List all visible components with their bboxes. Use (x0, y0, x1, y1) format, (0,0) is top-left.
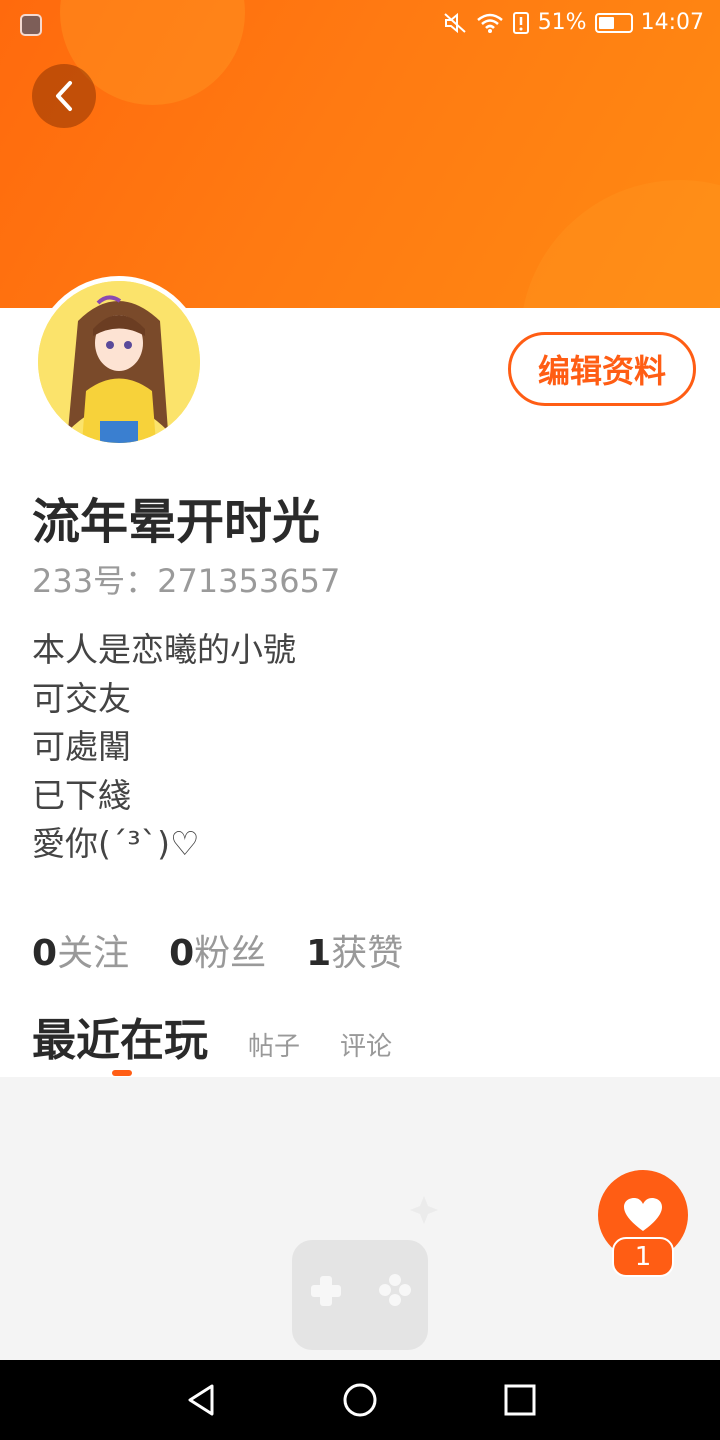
tab-recently-played-label: 最近在玩 (32, 1015, 208, 1066)
heart-icon (624, 1198, 662, 1231)
following-count: 0 (32, 933, 58, 974)
fans-stat[interactable]: 0粉丝 (169, 924, 266, 976)
home-circle-icon[interactable] (340, 1380, 380, 1424)
chevron-left-icon (56, 81, 72, 111)
profile-tabs: 最近在玩 帖子 评论 (32, 1004, 392, 1076)
header-decoration (520, 180, 720, 308)
like-count-badge: 1 (612, 1237, 674, 1277)
bio-line: 本人是恋曦的小號 (32, 630, 296, 669)
fans-count: 0 (169, 933, 195, 974)
active-tab-indicator (112, 1070, 132, 1076)
bio-line: 可交友 (32, 678, 131, 718)
battery-icon (594, 12, 633, 33)
likes-count: 1 (306, 933, 332, 974)
bio: 本人是恋曦的小號 可交友 可處闈 已下綫 愛你(ˊ³ˋ)♡ (32, 626, 296, 869)
edit-profile-button[interactable]: 编辑资料 (508, 332, 696, 406)
tab-recently-played[interactable]: 最近在玩 (32, 1004, 208, 1076)
app-shield-icon (20, 14, 42, 36)
recents-square-icon[interactable] (500, 1380, 540, 1424)
bio-line: 愛你(ˊ³ˋ)♡ (32, 824, 200, 863)
gamepad-icon (258, 1190, 458, 1364)
edit-profile-label: 编辑资料 (537, 352, 666, 390)
following-label: 关注 (57, 933, 130, 974)
back-triangle-icon[interactable] (182, 1380, 222, 1424)
battery-percent: 51% (537, 10, 587, 35)
following-stat[interactable]: 0关注 (32, 924, 129, 976)
battery-fill (598, 16, 614, 29)
tab-comments[interactable]: 评论 (340, 1026, 392, 1063)
back-button[interactable] (32, 64, 96, 128)
avatar[interactable] (33, 276, 205, 448)
clock: 14:07 (640, 10, 704, 35)
avatar-illustration (38, 281, 200, 443)
tab-posts[interactable]: 帖子 (248, 1026, 300, 1063)
mute-icon (442, 11, 468, 35)
username: 流年晕开时光 (32, 494, 321, 550)
likes-label: 获赞 (331, 933, 404, 974)
wifi-icon (476, 12, 504, 34)
user-id: 233号：271353657 (32, 562, 341, 600)
bio-line: 可處闈 (32, 727, 131, 766)
fans-label: 粉丝 (194, 933, 267, 974)
stats-row: 0关注 0粉丝 1获赞 (32, 924, 403, 976)
bio-line: 已下綫 (32, 775, 131, 815)
system-nav-bar (0, 1360, 720, 1440)
alert-icon (512, 11, 530, 35)
status-bar: 51% 14:07 (0, 0, 720, 50)
likes-stat[interactable]: 1获赞 (306, 924, 403, 976)
